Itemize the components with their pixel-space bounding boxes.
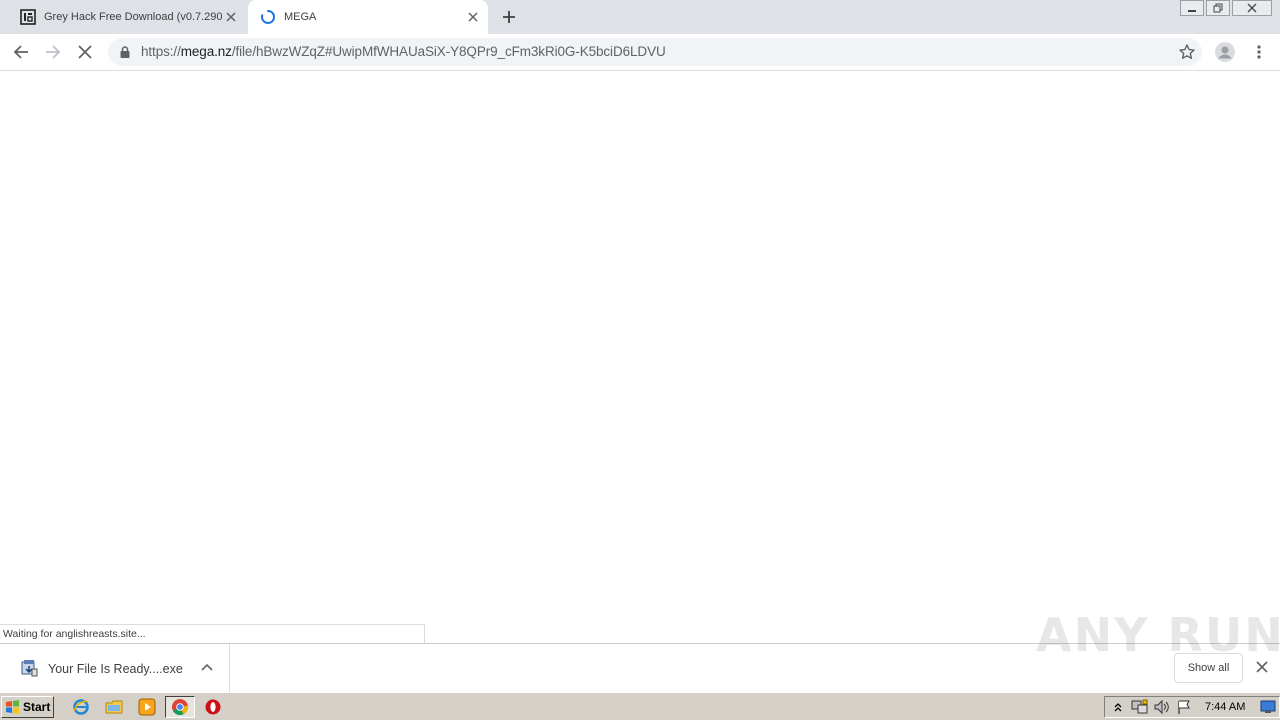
tab-grey-hack[interactable]: Grey Hack Free Download (v0.7.290 bbox=[8, 0, 246, 34]
internet-explorer-icon[interactable] bbox=[66, 696, 96, 718]
show-desktop-icon[interactable] bbox=[1259, 699, 1277, 715]
more-vert-icon bbox=[1257, 45, 1261, 59]
bookmark-star-icon[interactable] bbox=[1178, 43, 1196, 61]
quick-launch bbox=[66, 696, 231, 718]
restore-button[interactable] bbox=[1206, 0, 1230, 16]
stop-loading-button[interactable] bbox=[72, 39, 98, 65]
lock-icon bbox=[120, 46, 130, 61]
download-filename: Your File Is Ready....exe bbox=[48, 662, 183, 676]
download-shelf: ANY RUN Your File Is Ready....exe Show a… bbox=[0, 608, 1280, 692]
window-controls bbox=[1178, 0, 1272, 16]
plus-icon bbox=[503, 11, 515, 23]
anyrun-watermark: ANY RUN bbox=[1036, 608, 1280, 662]
network-icon[interactable] bbox=[1131, 699, 1149, 715]
start-label: Start bbox=[23, 700, 51, 714]
tab-close-icon[interactable] bbox=[464, 8, 482, 26]
screen: Grey Hack Free Download (v0.7.290 MEGA h… bbox=[0, 0, 1280, 720]
arrow-right-icon bbox=[46, 45, 61, 59]
url-host: mega.nz bbox=[180, 44, 232, 59]
minimize-icon bbox=[1188, 10, 1196, 12]
forward-button[interactable] bbox=[40, 39, 66, 65]
page-content bbox=[0, 72, 1280, 624]
opera-icon[interactable] bbox=[198, 696, 228, 718]
tab-close-icon[interactable] bbox=[222, 8, 240, 26]
url-scheme: https:// bbox=[141, 44, 181, 59]
media-player-icon[interactable] bbox=[132, 696, 162, 718]
download-item[interactable]: Your File Is Ready....exe bbox=[0, 644, 230, 692]
windows-logo-icon bbox=[5, 700, 20, 714]
grey-hack-favicon-icon bbox=[20, 9, 36, 25]
close-icon bbox=[78, 45, 92, 59]
status-bubble: Waiting for anglishreasts.site... bbox=[0, 624, 425, 643]
chevron-up-icon[interactable] bbox=[199, 660, 215, 676]
restore-icon bbox=[1213, 3, 1223, 13]
menu-button[interactable] bbox=[1246, 39, 1272, 65]
close-icon bbox=[1247, 3, 1257, 13]
tab-title: MEGA bbox=[284, 11, 317, 23]
browser-toolbar: https://mega.nz/file/hBwzWZqZ#UwipMfWHAU… bbox=[0, 34, 1280, 71]
tab-title: Grey Hack Free Download (v0.7.290 bbox=[44, 11, 222, 23]
start-button[interactable]: Start bbox=[1, 696, 54, 718]
arrow-left-icon bbox=[13, 45, 28, 59]
tab-mega[interactable]: MEGA bbox=[248, 0, 488, 34]
new-tab-button[interactable] bbox=[498, 6, 520, 28]
volume-icon[interactable] bbox=[1153, 699, 1171, 715]
system-tray: 7:44 AM bbox=[1104, 696, 1280, 718]
minimize-button[interactable] bbox=[1180, 0, 1204, 16]
loading-spinner-icon bbox=[260, 9, 276, 25]
tab-strip: Grey Hack Free Download (v0.7.290 MEGA bbox=[0, 0, 1280, 34]
profile-button[interactable] bbox=[1212, 39, 1238, 65]
address-bar[interactable]: https://mega.nz/file/hBwzWZqZ#UwipMfWHAU… bbox=[108, 38, 1202, 66]
show-all-button[interactable]: Show all bbox=[1174, 653, 1243, 683]
clock[interactable]: 7:44 AM bbox=[1205, 701, 1245, 713]
url-path: /file/hBwzWZqZ#UwipMfWHAUaSiX-Y8QPr9_cFm… bbox=[231, 44, 666, 59]
taskbar: Start 7:44 AM bbox=[0, 692, 1280, 720]
back-button[interactable] bbox=[8, 39, 34, 65]
avatar-icon bbox=[1215, 42, 1235, 62]
close-window-button[interactable] bbox=[1232, 0, 1272, 16]
file-explorer-icon[interactable] bbox=[99, 696, 129, 718]
close-shelf-icon[interactable] bbox=[1254, 659, 1270, 675]
installer-icon bbox=[20, 659, 38, 677]
action-center-flag-icon[interactable] bbox=[1175, 699, 1193, 715]
chrome-icon[interactable] bbox=[165, 696, 195, 718]
url-text: https://mega.nz/file/hBwzWZqZ#UwipMfWHAU… bbox=[141, 44, 666, 59]
show-hidden-icons-icon[interactable] bbox=[1109, 699, 1127, 715]
